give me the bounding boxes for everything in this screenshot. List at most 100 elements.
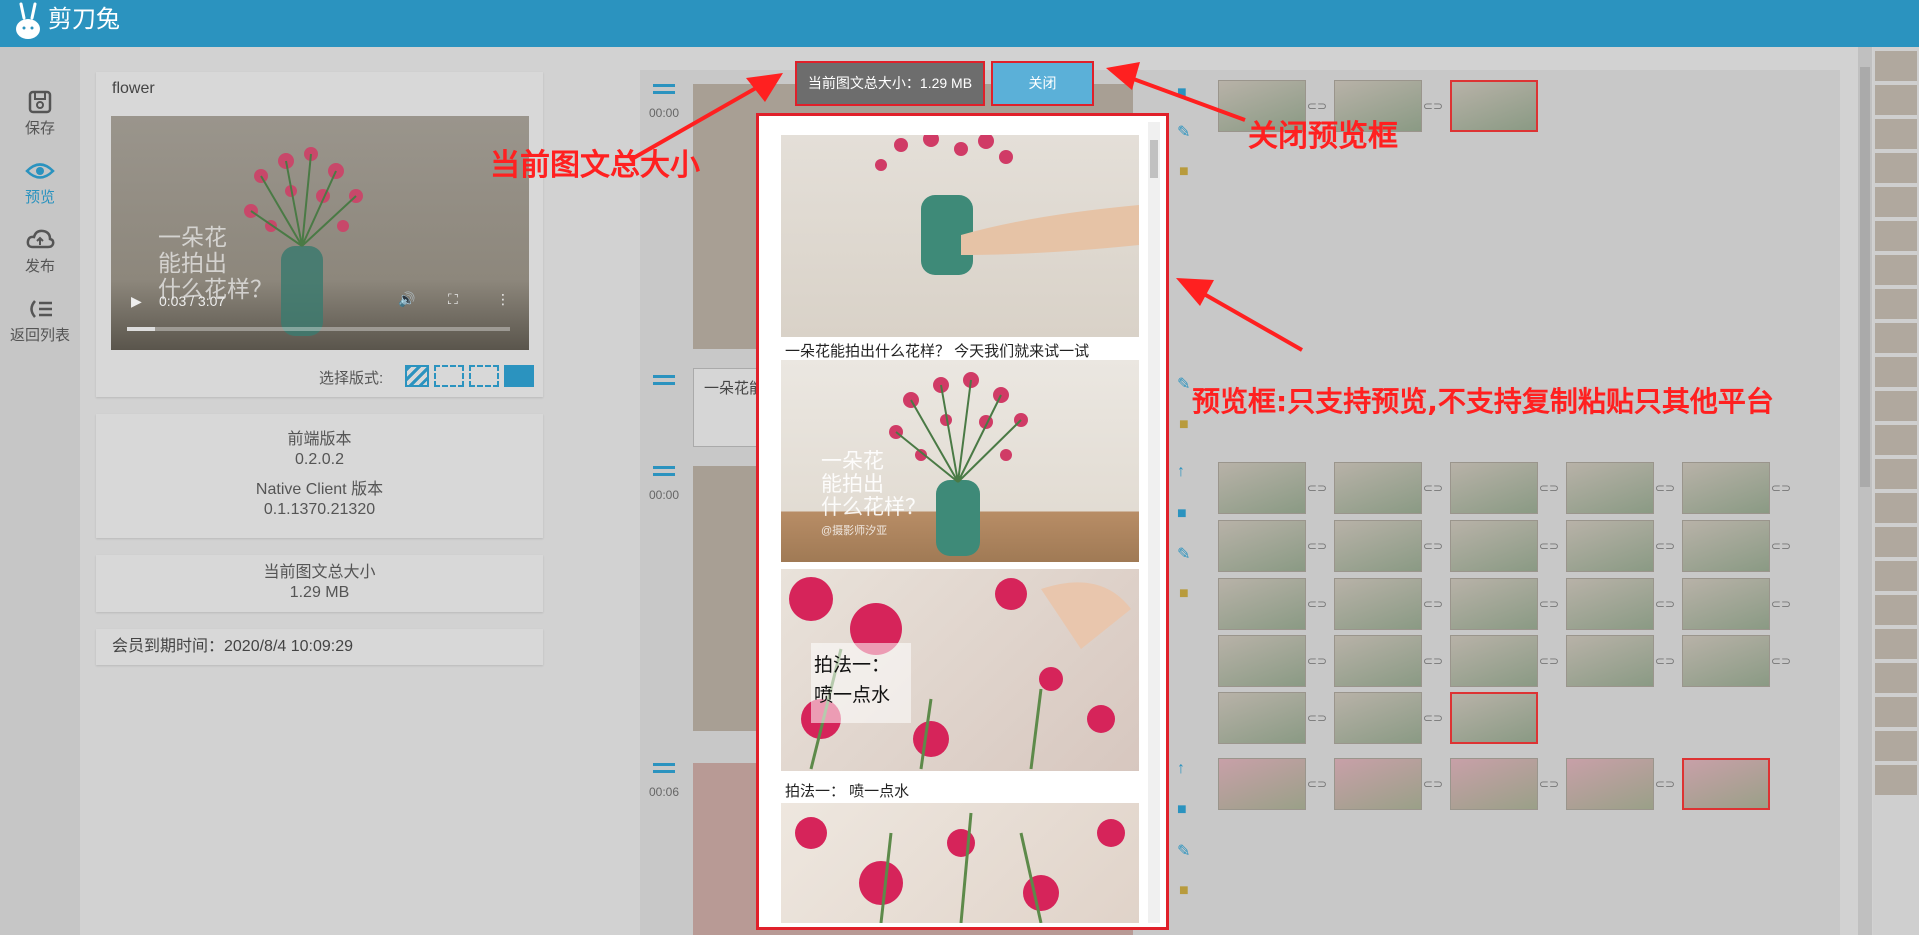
side-nav: 保存 预览 发布 返回列表: [0, 47, 80, 935]
drag-handle-icon[interactable]: [653, 84, 675, 94]
page-overview-strip: [1873, 47, 1919, 935]
frame-thumbnail[interactable]: ⊂⊃: [1218, 520, 1327, 572]
link-icon[interactable]: ⊂⊃: [1307, 711, 1327, 725]
frame-thumbnail[interactable]: ⊂⊃: [1334, 578, 1443, 630]
delete-icon[interactable]: ■: [1179, 163, 1189, 181]
play-icon[interactable]: ▶: [131, 293, 142, 310]
link-icon[interactable]: ⊂⊃: [1307, 777, 1327, 791]
add-text-icon[interactable]: ✎: [1177, 122, 1190, 142]
link-icon[interactable]: ⊂⊃: [1771, 481, 1791, 495]
preview-scrollbar[interactable]: [1148, 122, 1160, 923]
link-icon[interactable]: ⊂⊃: [1539, 481, 1559, 495]
frame-thumbnail[interactable]: ⊂⊃: [1450, 462, 1559, 514]
link-icon[interactable]: ⊂⊃: [1771, 597, 1791, 611]
link-icon[interactable]: ⊂⊃: [1655, 597, 1675, 611]
fullscreen-icon[interactable]: ⛶: [448, 291, 458, 308]
media-title: flower: [112, 80, 155, 97]
frame-thumbnail-selected[interactable]: [1450, 80, 1538, 132]
link-icon[interactable]: ⊂⊃: [1423, 539, 1443, 553]
video-progress-bar[interactable]: [127, 327, 510, 331]
link-icon[interactable]: ⊂⊃: [1539, 539, 1559, 553]
drag-handle-icon[interactable]: [653, 763, 675, 773]
layout-image-icon[interactable]: [469, 365, 499, 387]
link-icon[interactable]: ⊂⊃: [1771, 654, 1791, 668]
frame-thumbnail-selected[interactable]: [1450, 692, 1538, 744]
link-icon[interactable]: ⊂⊃: [1771, 539, 1791, 553]
frame-thumbnail[interactable]: ⊂⊃: [1682, 635, 1791, 687]
frame-thumbnail[interactable]: ⊂⊃: [1566, 758, 1675, 810]
layout-top-text-icon[interactable]: [434, 365, 464, 387]
frame-thumbnail[interactable]: ⊂⊃: [1218, 578, 1327, 630]
frame-thumbnail[interactable]: ⊂⊃: [1218, 635, 1327, 687]
link-icon[interactable]: ⊂⊃: [1307, 597, 1327, 611]
frame-thumbnail[interactable]: ⊂⊃: [1566, 635, 1675, 687]
nav-save[interactable]: 保存: [0, 89, 80, 155]
link-icon[interactable]: ⊂⊃: [1423, 481, 1443, 495]
video-camera-icon[interactable]: ■: [1177, 84, 1187, 102]
annotation-close: 关闭预览框: [1248, 119, 1398, 154]
frame-thumbnail[interactable]: ⊂⊃: [1682, 462, 1791, 514]
link-icon[interactable]: ⊂⊃: [1655, 654, 1675, 668]
link-icon[interactable]: ⊂⊃: [1423, 654, 1443, 668]
move-up-icon[interactable]: ↑: [1177, 760, 1185, 778]
video-player[interactable]: 一朵花 能拍出 什么花样？ ▶ 0:03 / 3:07 🔊 ⛶ ⋮: [111, 116, 529, 350]
drag-handle-icon[interactable]: [653, 466, 675, 476]
frame-thumbnail[interactable]: ⊂⊃: [1218, 758, 1327, 810]
link-icon[interactable]: ⊂⊃: [1539, 597, 1559, 611]
frame-thumbnail[interactable]: ⊂⊃: [1682, 520, 1791, 572]
frame-thumbnail[interactable]: ⊂⊃: [1566, 578, 1675, 630]
add-text-icon[interactable]: ✎: [1177, 841, 1190, 861]
nav-back-list[interactable]: 返回列表: [0, 296, 80, 362]
link-icon[interactable]: ⊂⊃: [1655, 777, 1675, 791]
frame-thumbnail[interactable]: ⊂⊃: [1218, 462, 1327, 514]
link-icon[interactable]: ⊂⊃: [1539, 777, 1559, 791]
video-camera-icon[interactable]: ■: [1177, 801, 1187, 819]
link-icon[interactable]: ⊂⊃: [1423, 597, 1443, 611]
frame-thumbnail[interactable]: ⊂⊃: [1450, 758, 1559, 810]
add-text-icon[interactable]: ✎: [1177, 374, 1190, 394]
link-icon[interactable]: ⊂⊃: [1423, 777, 1443, 791]
link-icon[interactable]: ⊂⊃: [1307, 539, 1327, 553]
frame-thumbnail[interactable]: ⊂⊃: [1334, 462, 1443, 514]
nav-preview[interactable]: 预览: [0, 158, 80, 224]
workspace-scrollbar[interactable]: [1858, 47, 1872, 935]
frame-thumbnail[interactable]: ⊂⊃: [1682, 578, 1791, 630]
drag-handle-icon[interactable]: [653, 375, 675, 385]
link-icon[interactable]: ⊂⊃: [1307, 654, 1327, 668]
more-options-icon[interactable]: ⋮: [496, 291, 510, 308]
delete-icon[interactable]: ■: [1179, 416, 1189, 434]
frame-thumbnail[interactable]: ⊂⊃: [1334, 758, 1443, 810]
nav-publish[interactable]: 发布: [0, 227, 80, 293]
frame-thumbnail[interactable]: ⊂⊃: [1218, 692, 1327, 744]
frame-thumbnail-selected[interactable]: [1682, 758, 1770, 810]
link-icon[interactable]: ⊂⊃: [1307, 481, 1327, 495]
move-up-icon[interactable]: ↑: [1177, 463, 1185, 481]
video-camera-icon[interactable]: ■: [1177, 505, 1187, 523]
thumbnail-row: ⊂⊃ ⊂⊃ ⊂⊃ ⊂⊃ ⊂⊃: [1218, 520, 1798, 572]
frame-thumbnail[interactable]: ⊂⊃: [1450, 578, 1559, 630]
volume-icon[interactable]: 🔊: [398, 291, 415, 308]
delete-icon[interactable]: ■: [1179, 585, 1189, 603]
link-icon[interactable]: ⊂⊃: [1423, 711, 1443, 725]
link-icon[interactable]: ⊂⊃: [1655, 481, 1675, 495]
link-icon[interactable]: ⊂⊃: [1423, 99, 1443, 113]
preview-content[interactable]: 一朵花能拍出什么花样？ 今天我们就来试一试 一朵花 能拍出 什么花样？ @摄影师…: [765, 122, 1160, 923]
close-preview-button[interactable]: 关闭: [991, 61, 1094, 106]
frame-thumbnail[interactable]: ⊂⊃: [1566, 462, 1675, 514]
frame-thumbnail[interactable]: ⊂⊃: [1450, 520, 1559, 572]
layout-striped-icon[interactable]: [405, 365, 429, 387]
add-text-icon[interactable]: ✎: [1177, 544, 1190, 564]
frame-thumbnail[interactable]: ⊂⊃: [1450, 635, 1559, 687]
link-icon[interactable]: ⊂⊃: [1655, 539, 1675, 553]
frontend-version-label: 前端版本: [287, 431, 352, 448]
preview-overlay-line: 能拍出: [821, 473, 884, 496]
frame-thumbnail[interactable]: ⊂⊃: [1334, 520, 1443, 572]
thumbnail-row: ⊂⊃ ⊂⊃ ⊂⊃ ⊂⊃ ⊂⊃: [1218, 462, 1798, 514]
preview-size-indicator: 当前图文总大小：1.29 MB: [795, 61, 985, 106]
layout-full-image-icon[interactable]: [504, 365, 534, 387]
frame-thumbnail[interactable]: ⊂⊃: [1566, 520, 1675, 572]
frame-thumbnail[interactable]: ⊂⊃: [1334, 692, 1443, 744]
delete-icon[interactable]: ■: [1179, 882, 1189, 900]
frame-thumbnail[interactable]: ⊂⊃: [1334, 635, 1443, 687]
link-icon[interactable]: ⊂⊃: [1539, 654, 1559, 668]
